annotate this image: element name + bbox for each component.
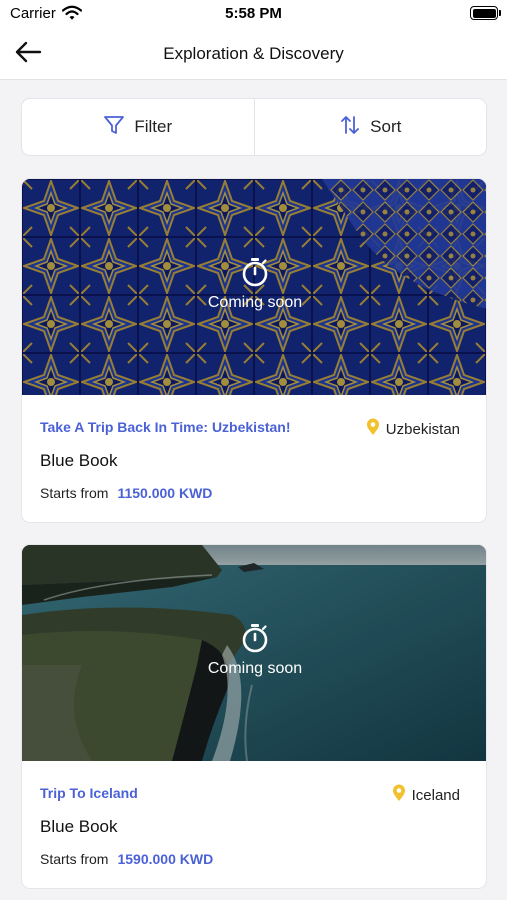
location-label: Iceland [411, 786, 460, 804]
coming-soon-badge: Coming soon [22, 257, 486, 312]
filter-sort-toolbar: Filter Sort [21, 98, 487, 156]
coming-soon-label: Coming soon [207, 660, 303, 677]
trip-card-uzbekistan[interactable]: Coming soon Take A Trip Back In Time: Uz… [21, 178, 487, 523]
filter-label: Filter [134, 117, 173, 136]
map-pin-icon [366, 418, 380, 440]
trip-book: Blue Book [40, 451, 118, 470]
trip-title[interactable]: Trip To Iceland [40, 785, 138, 801]
price-row: Starts from 1150.000 KWD [40, 485, 212, 501]
battery-icon [470, 6, 498, 20]
navigation-bar: Exploration & Discovery [0, 28, 507, 80]
map-pin-icon [392, 784, 406, 806]
price-label: Starts from [40, 485, 109, 501]
sort-button[interactable]: Sort [255, 99, 487, 155]
filter-button[interactable]: Filter [22, 99, 254, 155]
funnel-icon [103, 114, 125, 141]
location-label: Uzbekistan [385, 420, 460, 438]
status-bar: Carrier 5:58 PM [0, 0, 507, 28]
page-title: Exploration & Discovery [163, 44, 344, 63]
battery-tip [499, 10, 501, 16]
clock: 5:58 PM [225, 5, 282, 22]
trip-image: Coming soon [22, 545, 486, 761]
price-label: Starts from [40, 851, 109, 867]
stopwatch-icon [241, 257, 269, 292]
trip-title[interactable]: Take A Trip Back In Time: Uzbekistan! [40, 419, 291, 435]
coming-soon-label: Coming soon [207, 294, 303, 311]
coming-soon-badge: Coming soon [22, 623, 486, 678]
sort-label: Sort [370, 117, 402, 136]
stopwatch-icon [241, 623, 269, 658]
trip-location: Iceland [392, 784, 460, 806]
trip-book: Blue Book [40, 817, 118, 836]
trip-card-iceland[interactable]: Coming soon Trip To Iceland Iceland Blue… [21, 544, 487, 889]
price-row: Starts from 1590.000 KWD [40, 851, 213, 867]
trip-location: Uzbekistan [366, 418, 460, 440]
sort-arrows-icon [339, 114, 361, 141]
price-value: 1590.000 KWD [117, 851, 214, 867]
price-value: 1150.000 KWD [117, 485, 213, 501]
trip-image: Coming soon [22, 179, 486, 395]
